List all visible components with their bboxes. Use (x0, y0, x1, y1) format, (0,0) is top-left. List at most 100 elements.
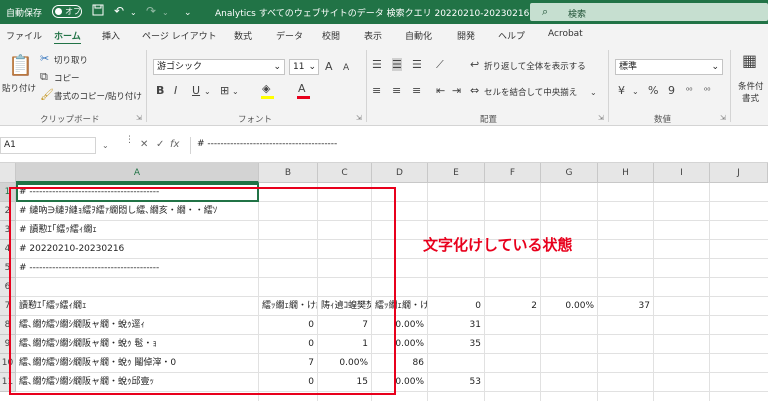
grow-font-icon[interactable]: A (325, 60, 333, 73)
cell-h7[interactable]: 37 (598, 297, 653, 316)
increase-indent-icon[interactable]: ⇥ (452, 84, 461, 97)
paste-button[interactable]: 貼り付け (2, 82, 36, 94)
name-box[interactable]: A1 (0, 137, 96, 154)
column-header-i[interactable]: I (654, 163, 710, 183)
align-right-icon[interactable]: ≡ (412, 84, 421, 97)
decrease-decimal-icon[interactable]: ⁰⁰ (704, 84, 710, 97)
document-title[interactable]: Analytics すべてのウェブサイトのデータ 検索クエリ 20220210-… (215, 6, 540, 19)
cell-e9[interactable]: 35 (428, 335, 484, 354)
search-box[interactable]: ⌕ 検索 (530, 3, 768, 21)
number-launcher-icon[interactable]: ⇲ (720, 114, 726, 122)
paste-icon[interactable]: 📋 (8, 54, 33, 76)
redo-icon[interactable]: ↷ (146, 4, 156, 18)
align-top-icon[interactable]: ☰ (372, 58, 382, 71)
align-center-icon[interactable]: ≡ (392, 84, 401, 97)
column-header-a[interactable]: A (16, 163, 259, 183)
format-painter-icon[interactable]: 🖌 (40, 88, 54, 101)
bold-button[interactable]: B (156, 84, 164, 97)
conditional-formatting-icon[interactable]: ▦ (742, 53, 757, 69)
save-icon[interactable] (92, 4, 104, 19)
tab-insert[interactable]: 挿入 (102, 29, 120, 42)
cell-e11[interactable]: 53 (428, 373, 484, 392)
column-header-f[interactable]: F (485, 163, 541, 183)
alignment-group-label: 配置 (480, 115, 498, 125)
number-format-select[interactable]: 標準 ⌄ (615, 59, 723, 75)
format-painter-button[interactable]: 書式のコピー/貼り付け (54, 90, 142, 102)
cell-g7[interactable]: 0.00% (541, 297, 597, 316)
more-options-icon[interactable]: ⋮ (125, 135, 134, 145)
search-icon: ⌕ (542, 5, 549, 18)
cell-f7[interactable]: 2 (485, 297, 540, 316)
tab-page-layout[interactable]: ページ レイアウト (142, 29, 217, 42)
font-color-icon[interactable]: A (298, 82, 306, 95)
copy-button[interactable]: コピー (54, 72, 80, 84)
alignment-launcher-icon[interactable]: ⇲ (598, 114, 604, 122)
tab-developer[interactable]: 開発 (457, 29, 475, 42)
redo-dropdown-icon[interactable]: ⌄ (162, 6, 169, 20)
customize-toolbar-icon[interactable]: ⌄ (184, 6, 192, 20)
cut-icon[interactable]: ✂ (40, 52, 49, 65)
conditional-formatting-button-line2[interactable]: 書式 (742, 92, 759, 104)
chevron-down-icon[interactable]: ⌄ (232, 85, 239, 98)
align-bottom-icon[interactable]: ☰ (412, 58, 422, 71)
comma-style-icon[interactable]: 9 (668, 84, 675, 97)
currency-icon[interactable]: ¥ (618, 84, 625, 97)
undo-dropdown-icon[interactable]: ⌄ (130, 6, 137, 20)
tab-acrobat[interactable]: Acrobat (548, 29, 583, 39)
font-launcher-icon[interactable]: ⇲ (356, 114, 362, 122)
chevron-down-icon[interactable]: ⌄ (204, 85, 211, 98)
align-left-icon[interactable]: ≡ (372, 84, 381, 97)
column-header-b[interactable]: B (259, 163, 318, 183)
tab-home[interactable]: ホーム (54, 29, 81, 45)
copy-icon[interactable]: ⧉ (40, 70, 48, 83)
column-header-h[interactable]: H (598, 163, 654, 183)
clipboard-launcher-icon[interactable]: ⇲ (136, 114, 142, 122)
tab-formulas[interactable]: 数式 (234, 29, 252, 42)
toggle-knob (55, 8, 62, 15)
insert-function-icon[interactable]: fx (170, 139, 179, 150)
enter-icon[interactable]: ✓ (156, 139, 164, 150)
merge-center-icon[interactable]: ⇔ (470, 84, 479, 97)
cell-e7[interactable]: 0 (428, 297, 484, 316)
column-header-d[interactable]: D (372, 163, 428, 183)
increase-decimal-icon[interactable]: ⁰⁰ (686, 84, 692, 97)
name-box-dropdown-icon[interactable]: ⌄ (102, 141, 109, 150)
conditional-formatting-button[interactable]: 条件付 (738, 80, 764, 92)
font-size-select[interactable]: 11 ⌄ (289, 59, 319, 75)
tab-view[interactable]: 表示 (364, 29, 382, 42)
fill-color-icon[interactable]: ◈ (262, 82, 270, 95)
wrap-text-icon[interactable]: ↩ (470, 58, 479, 71)
tab-automate[interactable]: 自動化 (405, 29, 432, 42)
chevron-down-icon[interactable]: ⌄ (590, 86, 597, 99)
autosave-toggle[interactable]: オフ (52, 5, 82, 18)
percent-icon[interactable]: % (648, 84, 658, 97)
undo-icon[interactable]: ↶ (114, 4, 124, 18)
merge-center-button[interactable]: セルを結合して中央揃え (484, 86, 577, 98)
shrink-font-icon[interactable]: A (343, 62, 349, 75)
tab-file[interactable]: ファイル (6, 29, 42, 42)
cell-e8[interactable]: 31 (428, 316, 484, 335)
column-header-j[interactable]: J (710, 163, 768, 183)
formula-input-value: # --------------------------------------… (197, 139, 338, 149)
align-middle-icon[interactable]: ☰ (392, 58, 402, 71)
orientation-icon[interactable]: ⟋ (436, 58, 444, 71)
decrease-indent-icon[interactable]: ⇤ (436, 84, 445, 97)
cancel-icon[interactable]: ✕ (140, 139, 148, 150)
tab-help[interactable]: ヘルプ (498, 29, 525, 42)
font-name-select[interactable]: 游ゴシック ⌄ (153, 59, 285, 75)
formula-input[interactable]: # --------------------------------------… (190, 137, 768, 154)
borders-icon[interactable]: ⊞ (220, 84, 229, 97)
italic-button[interactable]: I (174, 84, 177, 97)
column-header-c[interactable]: C (318, 163, 372, 183)
underline-button[interactable]: U (192, 84, 200, 97)
column-header-g[interactable]: G (541, 163, 598, 183)
select-all-corner[interactable] (0, 163, 16, 183)
cut-button[interactable]: 切り取り (54, 54, 88, 66)
tab-data[interactable]: データ (276, 29, 303, 42)
chevron-down-icon[interactable]: ⌄ (632, 85, 639, 98)
fill-color-swatch (261, 96, 274, 99)
wrap-text-button[interactable]: 折り返して全体を表示する (484, 60, 586, 72)
column-header-e[interactable]: E (428, 163, 485, 183)
highlight-frame (9, 187, 396, 395)
tab-review[interactable]: 校閲 (322, 29, 340, 42)
